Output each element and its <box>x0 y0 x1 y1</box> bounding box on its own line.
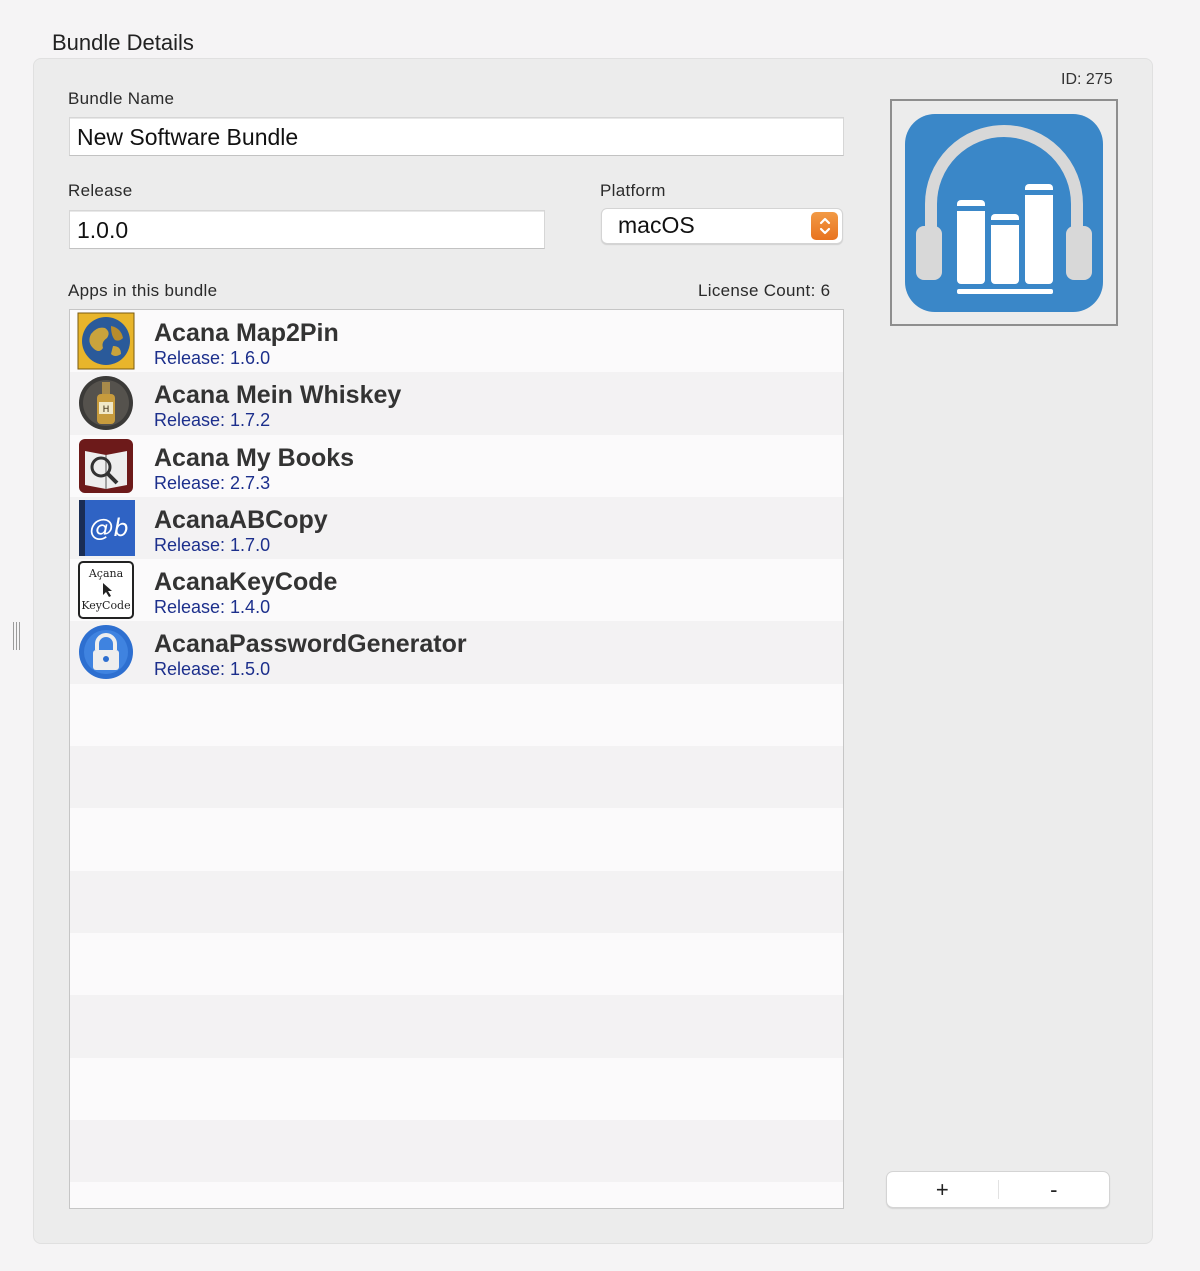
add-button[interactable]: + <box>887 1172 998 1207</box>
bundle-details-panel: Bundle Name New Software Bundle Release … <box>33 58 1153 1244</box>
bundle-id-label: ID: 275 <box>1061 71 1113 88</box>
app-name: AcanaABCopy <box>154 505 328 534</box>
split-view-handle[interactable] <box>11 622 21 652</box>
empty-row <box>70 1182 843 1208</box>
list-item[interactable]: AcanaPasswordGenerator Release: 1.5.0 <box>70 621 843 684</box>
empty-row <box>70 870 843 933</box>
svg-text:Açana: Açana <box>88 567 124 580</box>
bundle-name-field[interactable]: New Software Bundle <box>69 117 844 156</box>
app-release: Release: 1.4.0 <box>154 597 271 618</box>
app-name: Acana My Books <box>154 443 355 472</box>
list-item[interactable]: H Acana Mein Whiskey Release: 1.7.2 <box>70 372 843 435</box>
add-remove-segmented-control[interactable]: + - <box>886 1171 1110 1208</box>
whiskey-bottle-icon: H <box>79 376 133 431</box>
empty-row <box>70 683 843 747</box>
empty-row <box>70 932 843 996</box>
empty-row <box>70 1119 843 1183</box>
bundle-icon-well[interactable] <box>890 99 1118 326</box>
svg-text:H: H <box>103 405 110 415</box>
globe-icon <box>77 312 135 370</box>
book-magnifier-icon <box>79 438 133 493</box>
release-label: Release <box>68 181 133 200</box>
list-item[interactable]: Açana KeyCode AcanaKeyCode Release: 1.4.… <box>70 559 843 622</box>
chevron-up-down-icon <box>811 212 838 240</box>
at-b-icon: @b <box>79 499 135 556</box>
app-name: AcanaKeyCode <box>154 568 338 597</box>
app-release: Release: 2.7.3 <box>154 472 271 493</box>
app-release: Release: 1.5.0 <box>154 659 271 680</box>
platform-popup[interactable]: macOS <box>601 208 843 244</box>
svg-text:KeyCode: KeyCode <box>81 599 130 612</box>
platform-value: macOS <box>618 212 695 238</box>
app-name: Acana Mein Whiskey <box>154 381 402 410</box>
empty-row <box>70 1057 843 1120</box>
section-title: Bundle Details <box>52 30 194 55</box>
app-release: Release: 1.7.2 <box>154 410 271 431</box>
list-item[interactable]: Acana My Books Release: 2.7.3 <box>70 434 843 497</box>
empty-row <box>70 995 843 1058</box>
empty-row <box>70 808 843 871</box>
svg-text:@b: @b <box>89 514 128 542</box>
apps-list-label: Apps in this bundle <box>68 281 218 300</box>
apps-list[interactable]: Acana Map2Pin Release: 1.6.0 H Acana Mei… <box>69 309 844 1209</box>
padlock-icon <box>79 625 133 680</box>
empty-row <box>70 746 843 809</box>
remove-button[interactable]: - <box>999 1172 1110 1207</box>
app-name: Acana Map2Pin <box>154 319 339 347</box>
app-release: Release: 1.6.0 <box>154 348 271 368</box>
license-count-label: License Count: 6 <box>698 281 831 300</box>
audiobook-headphones-icon <box>905 113 1103 312</box>
app-release: Release: 1.7.0 <box>154 534 271 555</box>
list-item[interactable]: @b AcanaABCopy Release: 1.7.0 <box>70 496 843 560</box>
platform-label: Platform <box>600 181 666 200</box>
keycode-icon: Açana KeyCode <box>78 561 134 620</box>
bundle-name-label: Bundle Name <box>68 89 175 108</box>
list-item[interactable]: Acana Map2Pin Release: 1.6.0 <box>70 310 843 373</box>
release-field[interactable]: 1.0.0 <box>69 210 545 249</box>
app-name: AcanaPasswordGenerator <box>154 630 467 659</box>
